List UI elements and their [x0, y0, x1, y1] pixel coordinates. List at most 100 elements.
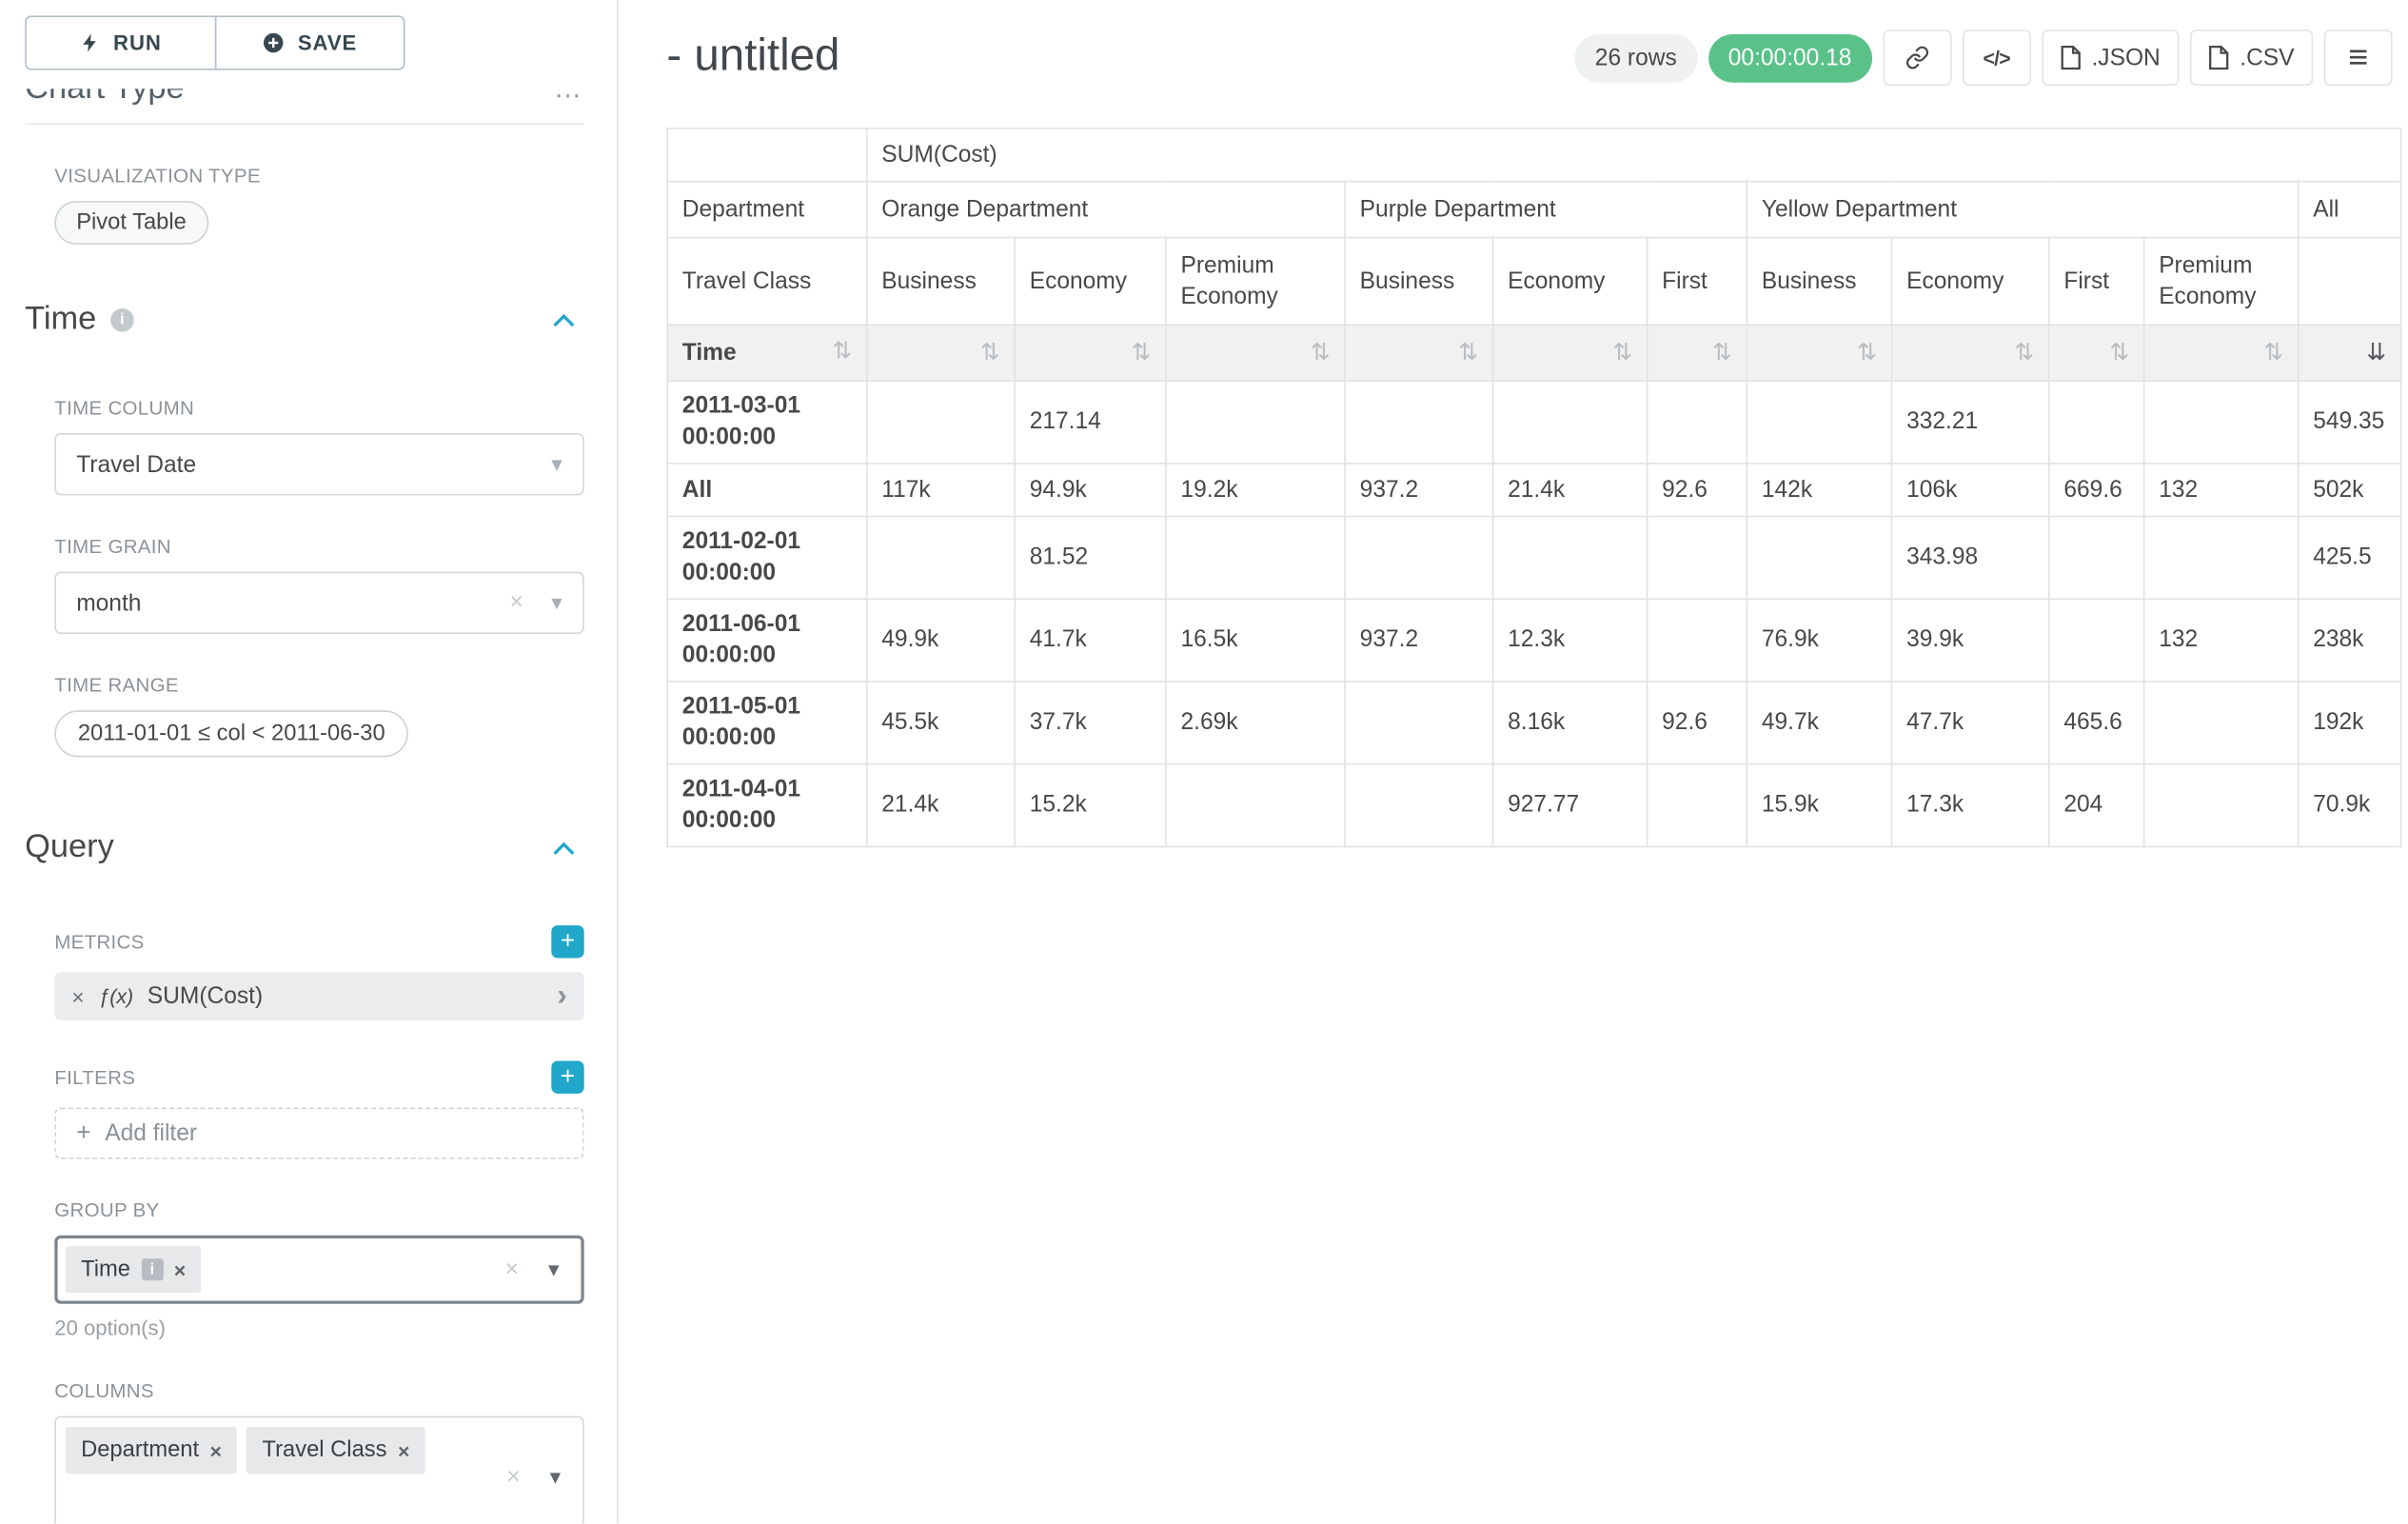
value-cell: 142k	[1747, 464, 1891, 517]
viz-type-pill[interactable]: Pivot Table	[54, 201, 207, 245]
clear-icon[interactable]: ×	[510, 589, 523, 616]
sort-toggle-icon[interactable]: ⇅	[2264, 339, 2284, 366]
value-cell	[1648, 516, 1747, 599]
code-icon: </>	[1983, 46, 2009, 69]
sort-header-cell: ⇅	[867, 325, 1015, 381]
save-button[interactable]: SAVE	[214, 15, 405, 69]
sort-header-cell: ⇅	[1015, 325, 1166, 381]
chart-panel: - untitled 26 rows 00:00:00.18 </>	[619, 0, 2408, 1523]
export-csv-button[interactable]: .CSV	[2190, 30, 2313, 86]
add-filter-button[interactable]: + Add filter	[54, 1108, 583, 1159]
sort-desc-icon[interactable]: ⇊	[2367, 339, 2387, 366]
group-by-select[interactable]: × ▾ Timei×	[54, 1236, 583, 1304]
value-cell: 549.35	[2299, 381, 2401, 464]
value-cell	[1345, 516, 1492, 599]
time-range-pill[interactable]: 2011-01-01 ≤ col < 2011-06-30	[54, 710, 408, 757]
remove-value-icon[interactable]: ×	[398, 1438, 409, 1462]
value-cell	[1345, 381, 1492, 464]
chart-type-heading: Chart Type	[25, 89, 184, 115]
travel-class-cell: Business	[1345, 238, 1492, 326]
plus-icon: +	[76, 1119, 90, 1147]
sort-toggle-icon[interactable]: ⇅	[1612, 339, 1632, 366]
chevron-down-icon[interactable]: ▾	[548, 1257, 560, 1283]
selected-value-pill[interactable]: Timei×	[66, 1246, 202, 1293]
value-cell: 332.21	[1892, 381, 2049, 464]
sort-toggle-icon[interactable]: ⇅	[833, 337, 853, 365]
time-column-label: TIME COLUMN	[54, 397, 194, 419]
copy-link-button[interactable]	[1883, 30, 1951, 86]
sort-toggle-icon[interactable]: ⇅	[1458, 339, 1478, 366]
file-icon	[2209, 45, 2229, 69]
table-row: 2011-02-01 00:00:0081.52343.98425.5	[667, 516, 2400, 599]
sort-header-cell: ⇅	[2049, 325, 2144, 381]
chevron-down-icon[interactable]: ▾	[551, 451, 563, 478]
value-cell: 669.6	[2049, 464, 2144, 517]
time-grain-select[interactable]: month × ▾	[54, 572, 583, 634]
value-cell: 343.98	[1892, 516, 2049, 599]
save-label: SAVE	[298, 31, 357, 55]
chevron-up-icon[interactable]	[553, 312, 575, 327]
chevron-down-icon[interactable]: ▾	[550, 1463, 562, 1490]
value-cell: 117k	[867, 464, 1015, 517]
run-button[interactable]: RUN	[25, 15, 215, 69]
value-cell: 502k	[2299, 464, 2401, 517]
clear-icon[interactable]: ×	[506, 1463, 520, 1490]
selected-value-pill[interactable]: Travel Class×	[247, 1427, 425, 1474]
remove-metric-icon[interactable]: ×	[71, 983, 84, 1008]
sort-toggle-icon[interactable]: ⇅	[2110, 339, 2130, 366]
value-cell: 21.4k	[867, 764, 1015, 847]
value-cell: 45.5k	[867, 682, 1015, 764]
value-cell: 217.14	[1015, 381, 1166, 464]
department-group-cell: Yellow Department	[1747, 182, 2298, 238]
travel-class-cell: First	[1648, 238, 1747, 326]
value-cell: 47.7k	[1892, 682, 2049, 764]
chevron-up-icon[interactable]	[553, 841, 575, 855]
export-json-button[interactable]: .JSON	[2042, 30, 2179, 86]
chart-title[interactable]: - untitled	[666, 25, 839, 87]
time-section-header[interactable]: Time i	[25, 301, 584, 357]
info-icon[interactable]: i	[141, 1258, 163, 1280]
value-cell: 70.9k	[2299, 764, 2401, 847]
value-cell: 92.6	[1648, 682, 1747, 764]
sort-toggle-icon[interactable]: ⇅	[1132, 339, 1152, 366]
value-cell	[1345, 682, 1492, 764]
query-section-header[interactable]: Query	[25, 829, 584, 885]
chevron-right-icon[interactable]: ›	[557, 980, 566, 1014]
sort-toggle-icon[interactable]: ⇅	[2015, 339, 2035, 366]
value-cell	[2144, 682, 2299, 764]
row-header-cell: 2011-06-01 00:00:00	[667, 599, 866, 682]
sort-toggle-icon[interactable]: ⇅	[980, 339, 1000, 366]
remove-value-icon[interactable]: ×	[174, 1257, 186, 1281]
remove-value-icon[interactable]: ×	[210, 1438, 222, 1462]
view-query-button[interactable]: </>	[1963, 30, 2031, 86]
chevron-down-icon[interactable]: ▾	[551, 589, 563, 616]
clear-icon[interactable]: ×	[505, 1257, 519, 1283]
sort-header-cell: ⇅	[2144, 325, 2299, 381]
viz-type-label-row: VISUALIZATION TYPE	[54, 165, 583, 187]
sort-toggle-icon[interactable]: ⇅	[1712, 339, 1732, 366]
metric-item[interactable]: × ƒ(x) SUM(Cost) ›	[54, 972, 583, 1020]
columns-select[interactable]: × ▾ Department×Travel Class×	[54, 1416, 583, 1524]
control-panel: RUN SAVE Chart Type ⋯ VISUALIZATION TYPE…	[0, 0, 619, 1523]
value-cell	[1493, 516, 1648, 599]
add-filter-plus-button[interactable]: +	[551, 1060, 583, 1093]
time-section-title: Time	[25, 301, 96, 338]
sort-toggle-icon[interactable]: ⇅	[1857, 339, 1877, 366]
menu-button[interactable]: ≡	[2324, 30, 2393, 86]
add-metric-button[interactable]: +	[551, 925, 583, 958]
sort-toggle-icon[interactable]: ⇅	[1311, 339, 1331, 366]
selected-value-pill[interactable]: Department×	[66, 1427, 238, 1474]
value-cell: 17.3k	[1892, 764, 2049, 847]
columns-label-row: COLUMNS	[54, 1380, 583, 1402]
metrics-label-row: METRICS +	[54, 925, 583, 958]
value-cell: 76.9k	[1747, 599, 1891, 682]
info-icon[interactable]: i	[110, 307, 134, 331]
time-column-select[interactable]: Travel Date ▾	[54, 433, 583, 495]
time-label: Time	[682, 339, 737, 366]
value-cell	[2049, 516, 2144, 599]
run-save-group: RUN SAVE	[25, 15, 405, 69]
value-cell: 15.9k	[1747, 764, 1891, 847]
chart-header-actions: 26 rows 00:00:00.18 </> .JSON	[1575, 30, 2393, 86]
export-csv-label: .CSV	[2240, 45, 2294, 71]
value-cell: 132	[2144, 599, 2299, 682]
